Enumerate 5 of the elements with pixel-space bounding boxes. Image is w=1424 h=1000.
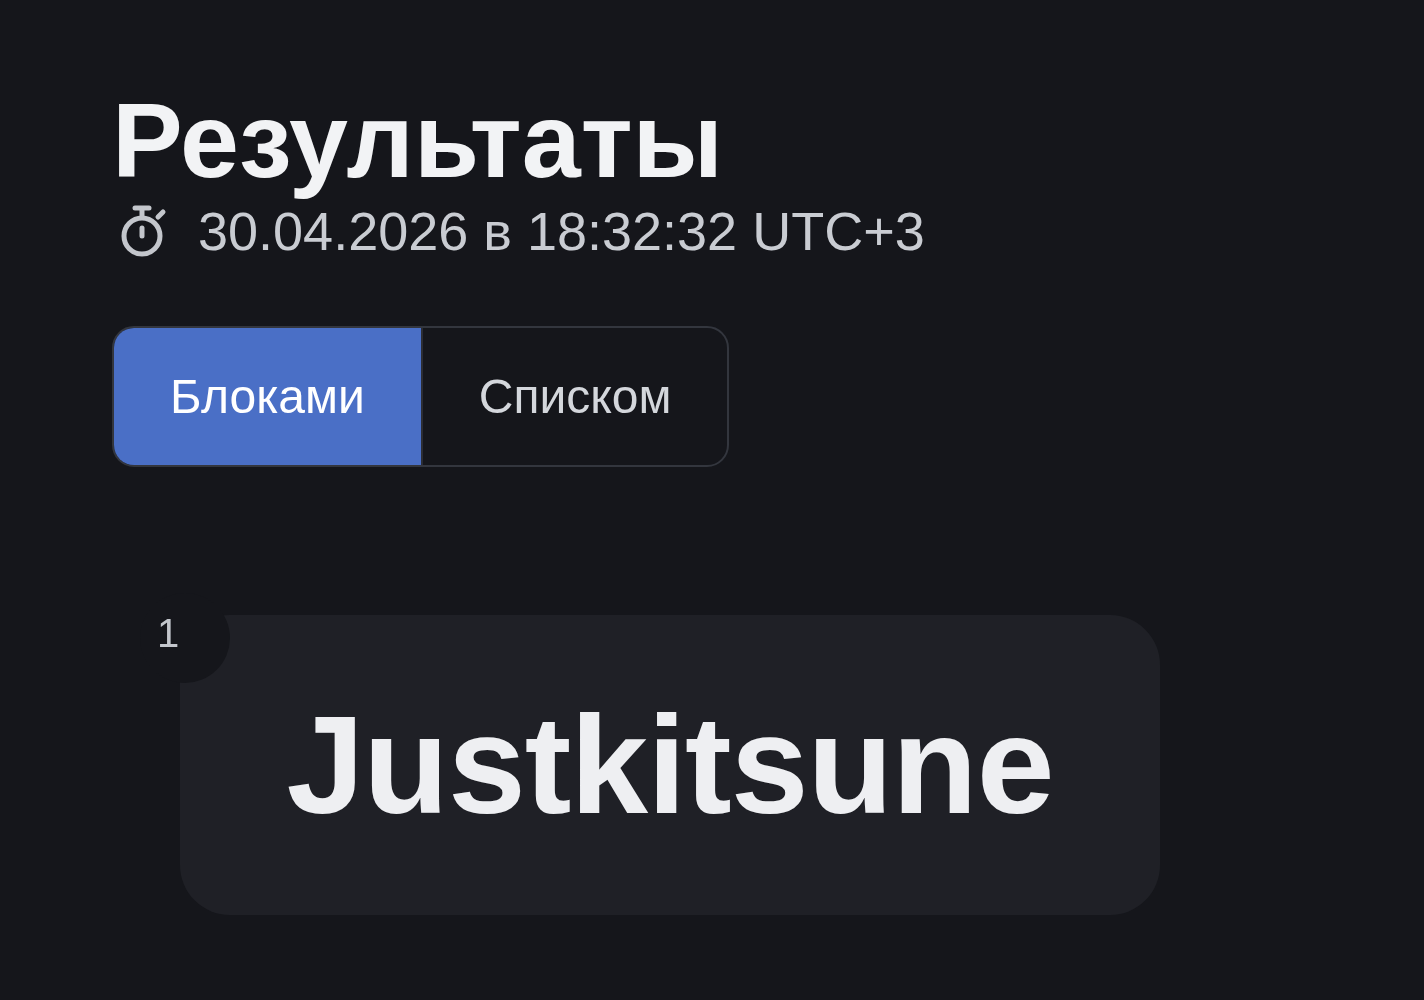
view-tab[interactable]: Блоками: [114, 328, 421, 465]
stopwatch-icon: [120, 203, 168, 259]
timestamp: 30.04.2026 в 18:32:32 UTC+3: [198, 200, 925, 262]
player-name: Justkitsune: [286, 685, 1054, 845]
view-tab[interactable]: Списком: [420, 328, 728, 465]
